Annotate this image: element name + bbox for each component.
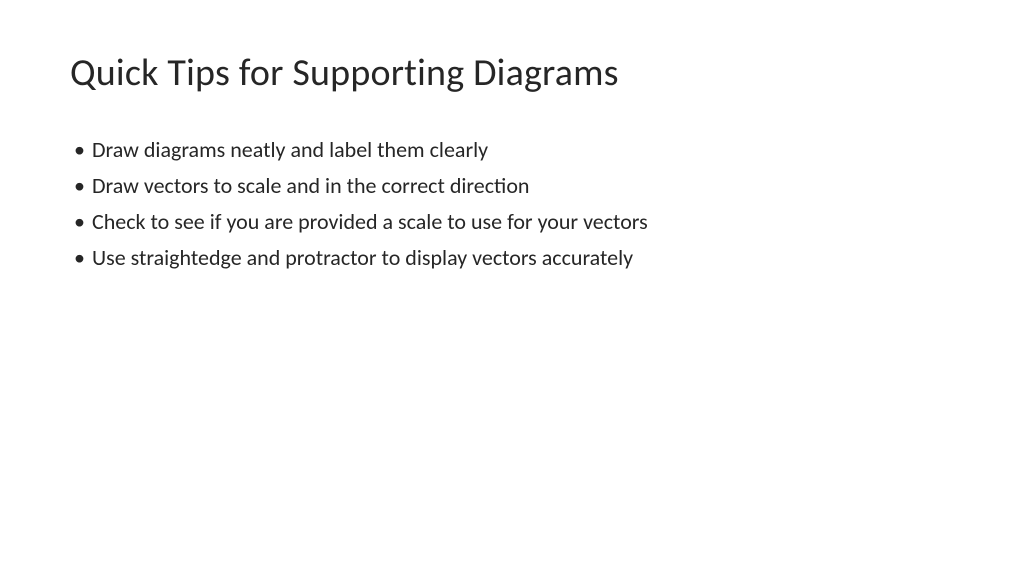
slide-title: Quick Tips for Supporting Diagrams <box>70 50 954 96</box>
bullet-list: Draw diagrams neatly and label them clea… <box>70 134 954 274</box>
list-item: Draw vectors to scale and in the correct… <box>74 170 954 202</box>
list-item: Check to see if you are provided a scale… <box>74 206 954 238</box>
list-item: Use straightedge and protractor to displ… <box>74 242 954 274</box>
list-item: Draw diagrams neatly and label them clea… <box>74 134 954 166</box>
